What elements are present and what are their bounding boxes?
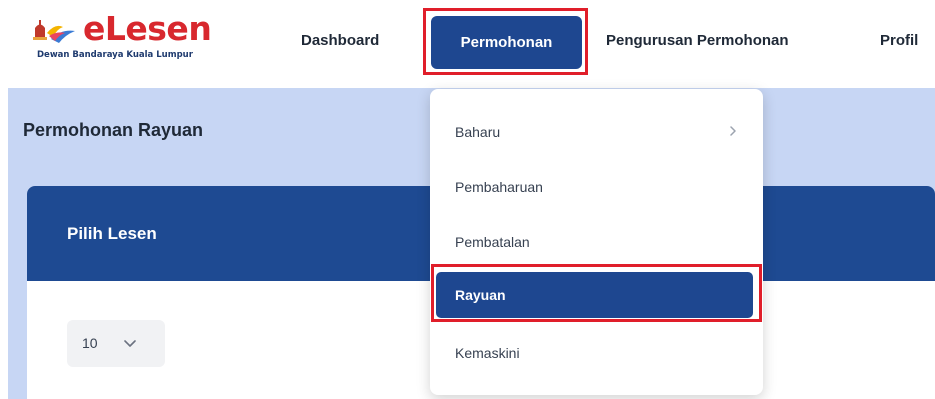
- menu-item-pembatalan[interactable]: Pembatalan: [455, 234, 530, 250]
- elesen-logo[interactable]: eLesen Dewan Bandaraya Kuala Lumpur: [31, 9, 253, 63]
- highlight-menu-rayuan: [431, 264, 762, 322]
- top-navbar: eLesen Dewan Bandaraya Kuala Lumpur Dash…: [0, 0, 935, 88]
- nav-dashboard[interactable]: Dashboard: [301, 32, 379, 49]
- card-title: Pilih Lesen: [67, 224, 157, 243]
- page-size-value: 10: [82, 335, 98, 351]
- menu-item-baharu[interactable]: Baharu: [455, 124, 500, 140]
- permohonan-dropdown-menu: Baharu Pembaharuan Pembatalan Rayuan Kem…: [430, 89, 763, 395]
- menu-item-pembaharuan[interactable]: Pembaharuan: [455, 179, 543, 195]
- logo-subtitle: Dewan Bandaraya Kuala Lumpur: [37, 50, 193, 60]
- menu-item-kemaskini[interactable]: Kemaskini: [455, 345, 520, 361]
- nav-pengurusan-permohonan[interactable]: Pengurusan Permohonan: [606, 32, 789, 49]
- highlight-nav-permohonan: [423, 8, 588, 75]
- chevron-down-icon: [124, 340, 136, 347]
- page-title: Permohonan Rayuan: [23, 120, 204, 140]
- chevron-right-icon: [730, 126, 736, 136]
- page-size-select[interactable]: 10: [67, 320, 165, 367]
- nav-profil[interactable]: Profil: [880, 32, 918, 49]
- logo-text: eLesen: [83, 9, 212, 48]
- logo-mark-icon: [33, 20, 75, 43]
